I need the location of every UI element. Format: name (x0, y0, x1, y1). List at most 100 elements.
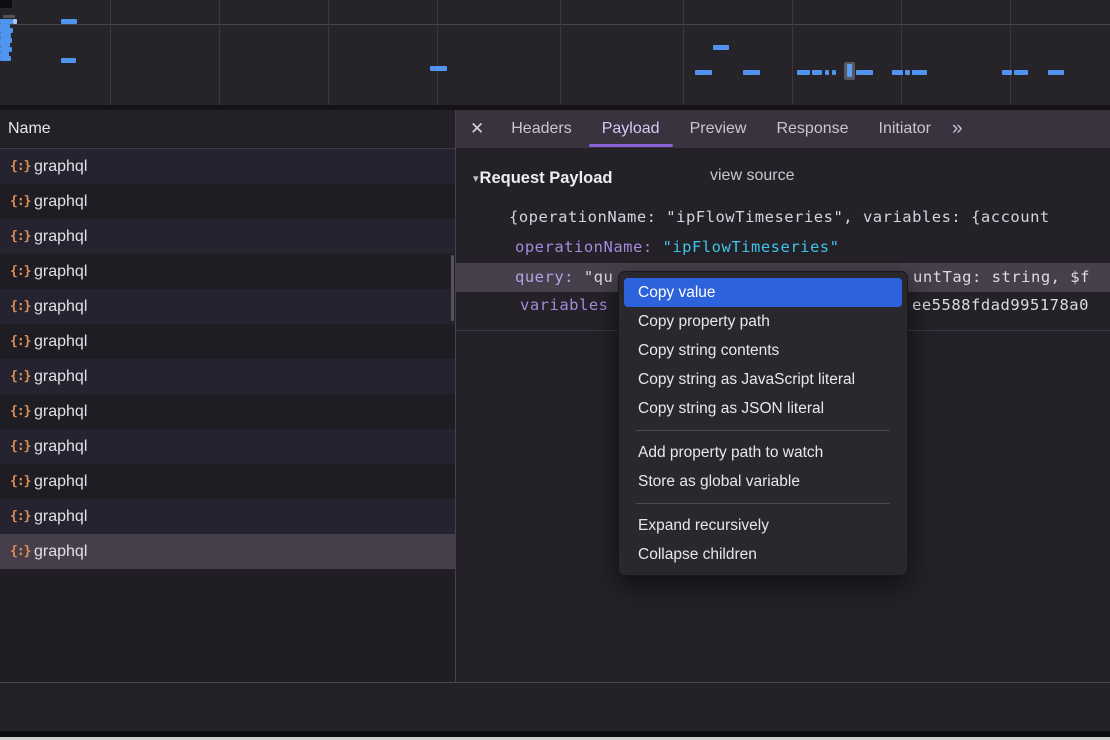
json-braces-icon: {:} (10, 194, 34, 209)
details-tabs-bar: ✕ HeadersPayloadPreviewResponseInitiator… (456, 110, 1110, 148)
overview-gridline (110, 0, 111, 105)
close-icon[interactable]: ✕ (470, 119, 484, 139)
timeline-bar (3, 15, 15, 18)
json-braces-icon: {:} (10, 159, 34, 174)
timeline-bar (856, 70, 873, 75)
tab-headers[interactable]: Headers (496, 110, 586, 148)
overview-gridline (560, 0, 561, 105)
status-footer (0, 683, 1110, 731)
menu-item-store-as-global-variable[interactable]: Store as global variable (624, 467, 902, 496)
json-braces-icon: {:} (10, 264, 34, 279)
timeline-bar (825, 70, 829, 75)
request-name: graphql (34, 333, 87, 351)
network-request-row[interactable]: {:}graphql (0, 499, 455, 534)
requests-list: {:}graphql{:}graphql{:}graphql{:}graphql… (0, 149, 455, 682)
tree-row-root[interactable]: ▼ {operationName: "ipFlowTimeseries", va… (456, 203, 1110, 232)
json-braces-icon: {:} (10, 474, 34, 489)
menu-separator (636, 430, 890, 431)
scrollbar-thumb[interactable] (451, 255, 454, 321)
property-value-string: "ipFlowTimeseries" (663, 238, 840, 256)
timeline-bar (1014, 70, 1028, 75)
view-source-link[interactable]: view source (710, 167, 794, 185)
tab-initiator[interactable]: Initiator (864, 110, 946, 148)
timeline-bar (743, 70, 760, 75)
request-payload-section-header[interactable]: ▾ Request Payload (456, 163, 613, 193)
request-name: graphql (34, 473, 87, 491)
overview-gridline (437, 0, 438, 105)
network-request-row[interactable]: {:}graphql (0, 534, 455, 569)
timeline-bar (0, 56, 11, 61)
timeline-bar (892, 70, 903, 75)
property-key: variables (520, 291, 609, 320)
network-request-row[interactable]: {:}graphql (0, 184, 455, 219)
menu-item-copy-string-contents[interactable]: Copy string contents (624, 336, 902, 365)
network-request-row[interactable]: {:}graphql (0, 149, 455, 184)
context-menu: Copy valueCopy property pathCopy string … (618, 271, 908, 576)
menu-item-expand-recursively[interactable]: Expand recursively (624, 511, 902, 540)
timeline-bar (812, 70, 822, 75)
menu-item-copy-string-as-json-literal[interactable]: Copy string as JSON literal (624, 394, 902, 423)
network-request-row[interactable]: {:}graphql (0, 464, 455, 499)
request-name: graphql (34, 193, 87, 211)
network-request-row[interactable]: {:}graphql (0, 254, 455, 289)
tree-row-operation-name[interactable]: operationName: "ipFlowTimeseries" (456, 233, 1110, 262)
json-braces-icon: {:} (10, 299, 34, 314)
overview-gridline (219, 0, 220, 105)
name-column-header[interactable]: Name (0, 110, 455, 149)
network-request-row[interactable]: {:}graphql (0, 289, 455, 324)
json-braces-icon: {:} (10, 509, 34, 524)
property-key: operationName: (515, 238, 653, 256)
request-name: graphql (34, 368, 87, 386)
json-braces-icon: {:} (10, 439, 34, 454)
request-name: graphql (34, 508, 87, 526)
menu-item-add-property-path-to-watch[interactable]: Add property path to watch (624, 438, 902, 467)
timeline-bar (713, 45, 729, 50)
menu-item-copy-property-path[interactable]: Copy property path (624, 307, 902, 336)
json-braces-icon: {:} (10, 229, 34, 244)
tab-payload[interactable]: Payload (587, 110, 675, 148)
menu-separator (636, 503, 890, 504)
timeline-bar (1002, 70, 1012, 75)
request-name: graphql (34, 228, 87, 246)
menu-item-copy-string-as-javascript-literal[interactable]: Copy string as JavaScript literal (624, 365, 902, 394)
json-braces-icon: {:} (10, 369, 34, 384)
property-value-left: "qu (584, 268, 614, 286)
timeline-bar (61, 19, 77, 24)
timeline-bar (430, 66, 447, 71)
property-value-right: ee5588fdad995178a0 (912, 291, 1089, 320)
request-name: graphql (34, 158, 87, 176)
more-tabs-icon[interactable]: » (952, 118, 961, 140)
request-name: graphql (34, 263, 87, 281)
network-request-row[interactable]: {:}graphql (0, 324, 455, 359)
network-overview-timeline[interactable] (0, 0, 1110, 105)
overview-gridline (683, 0, 684, 105)
request-name: graphql (34, 543, 87, 561)
overview-horizontal-gridline (0, 24, 1110, 25)
json-braces-icon: {:} (10, 544, 34, 559)
property-value-right: untTag: string, $f (913, 263, 1090, 292)
network-request-row[interactable]: {:}graphql (0, 394, 455, 429)
timeline-bar (13, 19, 17, 24)
timeline-bar (912, 70, 927, 75)
timeline-bar (797, 70, 810, 75)
root-preview-text: {operationName: "ipFlowTimeseries", vari… (509, 203, 1050, 232)
tab-response[interactable]: Response (761, 110, 863, 148)
devtools-network-panel: Name {:}graphql{:}graphql{:}graphql{:}gr… (0, 0, 1110, 740)
request-name: graphql (34, 403, 87, 421)
timeline-bar (832, 70, 836, 75)
property-key: query: (515, 268, 574, 286)
collapse-triangle-icon[interactable]: ▾ (473, 172, 479, 185)
timeline-bar (695, 70, 712, 75)
menu-item-collapse-children[interactable]: Collapse children (624, 540, 902, 569)
tab-preview[interactable]: Preview (675, 110, 762, 148)
json-braces-icon: {:} (10, 404, 34, 419)
timeline-bar (847, 64, 852, 77)
menu-item-copy-value[interactable]: Copy value (624, 278, 902, 307)
network-request-row[interactable]: {:}graphql (0, 219, 455, 254)
json-braces-icon: {:} (10, 334, 34, 349)
timeline-bar (1048, 70, 1064, 75)
timeline-bar (61, 58, 76, 63)
network-request-row[interactable]: {:}graphql (0, 429, 455, 464)
network-request-row[interactable]: {:}graphql (0, 359, 455, 394)
overview-gridline (901, 0, 902, 105)
